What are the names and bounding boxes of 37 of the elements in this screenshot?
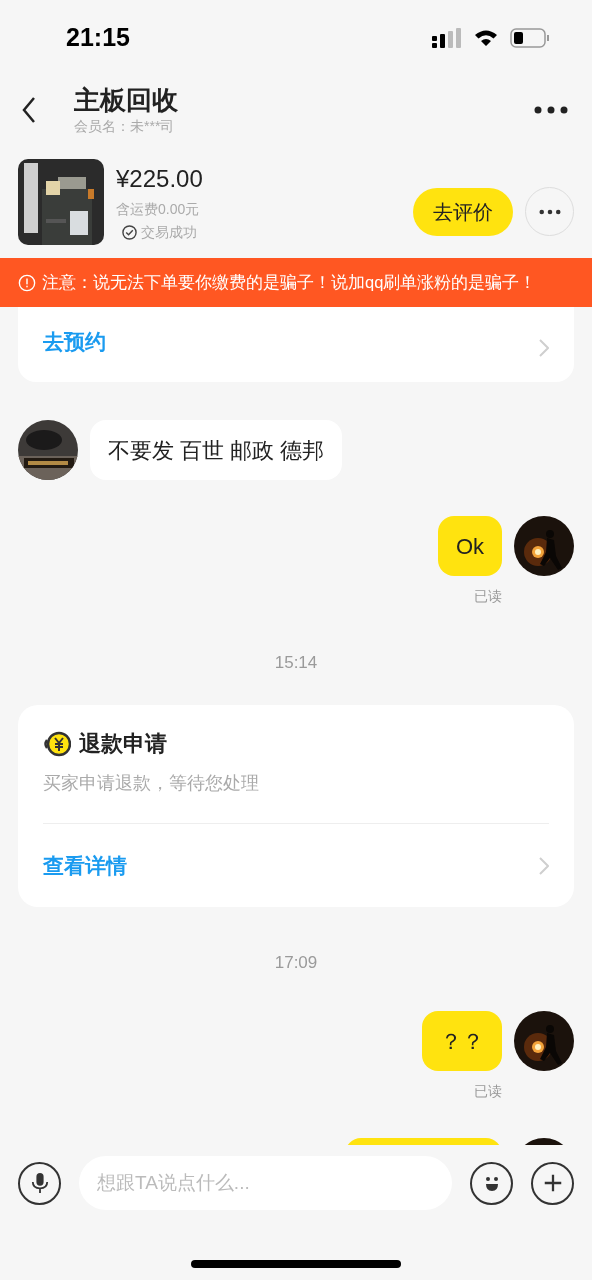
wifi-icon [474,28,498,47]
message-bubble: 不要发 百世 邮政 德邦 [90,420,343,480]
emoji-button[interactable] [470,1161,513,1205]
chevron-right-icon [539,856,549,875]
status-time: 21:15 [66,21,130,53]
review-button[interactable]: 去评价 [413,187,513,236]
member-name: 会员名：未***司 [74,116,176,136]
timestamp: 17:09 [274,952,318,975]
more-button[interactable] [534,105,568,115]
more-icon [538,208,561,215]
chat-title: 主板回收 [74,83,179,116]
more-icon [534,106,568,114]
trade-status: 交易成功 [141,222,197,242]
shipping-fee: 含运费0.00元 [116,199,201,219]
appointment-card[interactable]: 去预约 [18,307,574,382]
refund-title: 退款申请 [79,730,167,758]
signal-icon [432,27,462,48]
appointment-link[interactable]: 去预约 [43,325,106,357]
product-price: ¥225.00 [116,163,204,194]
timestamp: 15:14 [274,652,318,675]
chevron-right-icon [539,339,549,357]
plus-button[interactable] [531,1161,574,1205]
coin-icon [43,730,71,757]
back-icon [22,96,36,124]
message-bubble: ？？ [422,1011,502,1071]
warning-text: 注意：说无法下单要你缴费的是骗子！说加qq刷单涨粉的是骗子！ [42,272,537,294]
check-circle-icon [122,224,137,240]
view-details-link[interactable]: 查看详情 [43,849,127,882]
message-input[interactable]: 想跟TA说点什么... [79,1156,452,1210]
battery-icon [510,27,550,48]
refund-description: 买家申请退款，等待您处理 [43,772,260,795]
message-bubble: Ok [437,516,502,576]
alert-icon [18,273,36,292]
read-receipt: 已读 [474,1082,502,1101]
read-receipt: 已读 [474,587,502,606]
voice-button[interactable] [18,1161,61,1205]
microphone-icon [30,1172,49,1194]
